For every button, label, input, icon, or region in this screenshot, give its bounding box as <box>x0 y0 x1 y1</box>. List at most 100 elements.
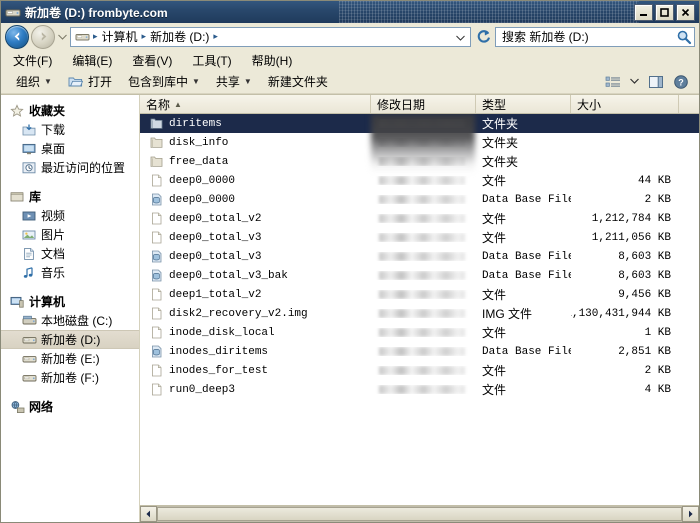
scrollbar-track[interactable] <box>157 506 682 522</box>
file-size: 1,130,431,944 KB <box>571 307 671 320</box>
column-header-date[interactable]: 修改日期 <box>371 95 476 113</box>
cell-size: 1,212,784 KB <box>571 213 679 225</box>
column-header-name[interactable]: ▲ 名称 <box>140 95 371 113</box>
sidebar-item-documents[interactable]: 文档 <box>1 244 139 263</box>
preview-pane-icon[interactable] <box>648 74 664 90</box>
content-area: 收藏夹 下载 桌面 最近访问的位置 库 视频 图片 文档 音乐 计算机 本地磁盘… <box>1 94 699 522</box>
column-header-size[interactable]: 大小 <box>571 95 679 113</box>
redacted-date <box>379 252 465 261</box>
new-folder-button[interactable]: 新建文件夹 <box>265 72 331 91</box>
file-type: Data Base File <box>482 269 571 282</box>
table-row[interactable]: deep0_0000 Data Base File 2 KB <box>140 190 699 209</box>
table-row[interactable]: deep1_total_v2 文件 9,456 KB <box>140 285 699 304</box>
sidebar-item-videos[interactable]: 视频 <box>1 206 139 225</box>
menu-view[interactable]: 查看(V) <box>130 51 174 70</box>
organize-button[interactable]: 组织 ▼ <box>13 72 55 91</box>
column-header-name-label: 名称 <box>146 97 171 112</box>
column-header-type-label: 类型 <box>482 97 507 112</box>
redacted-date <box>379 385 465 394</box>
scroll-left-button[interactable] <box>140 506 157 522</box>
horizontal-scrollbar[interactable] <box>140 505 699 522</box>
table-row[interactable]: deep0_total_v3 Data Base File 8,603 KB <box>140 247 699 266</box>
table-row[interactable]: disk2_recovery_v2.img IMG 文件 1,130,431,9… <box>140 304 699 323</box>
cell-date <box>371 271 476 280</box>
sidebar-item-music[interactable]: 音乐 <box>1 263 139 282</box>
nav-header-computer[interactable]: 计算机 <box>1 292 139 311</box>
cell-size: 1 KB <box>571 327 679 339</box>
sidebar-item-downloads[interactable]: 下载 <box>1 120 139 139</box>
sidebar-item-recent-places[interactable]: 最近访问的位置 <box>1 158 139 177</box>
sidebar-item-videos-label: 视频 <box>41 209 66 223</box>
sidebar-item-pictures[interactable]: 图片 <box>1 225 139 244</box>
file-icon <box>148 382 164 398</box>
close-button[interactable] <box>676 3 695 21</box>
sidebar-item-documents-label: 文档 <box>41 247 66 261</box>
cell-name: inodes_diritems <box>140 344 371 360</box>
sidebar-item-new-volume-f[interactable]: 新加卷 (F:) <box>1 368 139 387</box>
share-label: 共享 <box>215 75 240 89</box>
breadcrumb[interactable]: ▸ 计算机 ▸ 新加卷 (D:) ▸ <box>70 26 471 47</box>
sidebar-item-local-disk-c[interactable]: 本地磁盘 (C:) <box>1 311 139 330</box>
redacted-date <box>379 366 465 375</box>
breadcrumb-sep-2[interactable]: ▸ <box>212 31 219 42</box>
navigation-pane[interactable]: 收藏夹 下载 桌面 最近访问的位置 库 视频 图片 文档 音乐 计算机 本地磁盘… <box>1 95 140 522</box>
nav-header-favorites[interactable]: 收藏夹 <box>1 101 139 120</box>
share-button[interactable]: 共享 ▼ <box>213 72 255 91</box>
table-row[interactable]: inodes_diritems Data Base File 2,851 KB <box>140 342 699 361</box>
cell-size: 2 KB <box>571 365 679 377</box>
open-button[interactable]: 打开 <box>65 72 115 91</box>
table-row[interactable]: deep0_0000 文件 44 KB <box>140 171 699 190</box>
maximize-button[interactable] <box>655 3 674 21</box>
table-row[interactable]: disk_info 文件夹 <box>140 133 699 152</box>
view-dropdown-icon[interactable] <box>630 77 639 86</box>
minimize-button[interactable] <box>634 3 653 21</box>
sidebar-item-new-volume-d[interactable]: 新加卷 (D:) <box>1 330 139 349</box>
redacted-date <box>379 290 465 299</box>
file-type: 文件 <box>482 364 507 378</box>
file-type: Data Base File <box>482 250 571 263</box>
chevron-down-icon: ▼ <box>191 77 200 86</box>
cell-size: 4 KB <box>571 384 679 396</box>
table-row[interactable]: run0_deep3 文件 4 KB <box>140 380 699 399</box>
breadcrumb-item-0[interactable]: 计算机 <box>101 28 139 45</box>
table-row[interactable]: diritems 文件夹 <box>140 114 699 133</box>
drive-icon <box>21 370 37 386</box>
sidebar-item-new-volume-e[interactable]: 新加卷 (E:) <box>1 349 139 368</box>
sidebar-item-new-volume-e-label: 新加卷 (E:) <box>41 352 100 366</box>
forward-button[interactable] <box>31 24 55 49</box>
table-row[interactable]: deep0_total_v3_bak Data Base File 8,603 … <box>140 266 699 285</box>
file-rows-container[interactable]: diritems 文件夹 disk_info 文件夹 free_data 文件夹… <box>140 114 699 505</box>
table-row[interactable]: inodes_for_test 文件 2 KB <box>140 361 699 380</box>
breadcrumb-dropdown-icon[interactable] <box>456 30 467 44</box>
table-row[interactable]: deep0_total_v2 文件 1,212,784 KB <box>140 209 699 228</box>
table-row[interactable]: deep0_total_v3 文件 1,211,056 KB <box>140 228 699 247</box>
back-button[interactable] <box>5 24 29 49</box>
breadcrumb-drive-icon <box>74 29 90 45</box>
menu-file[interactable]: 文件(F) <box>11 51 54 70</box>
view-list-icon[interactable] <box>605 74 621 90</box>
help-icon[interactable]: ? <box>673 74 689 90</box>
redacted-date <box>379 271 465 280</box>
sidebar-item-desktop[interactable]: 桌面 <box>1 139 139 158</box>
table-row[interactable]: inode_disk_local 文件 1 KB <box>140 323 699 342</box>
column-header-type[interactable]: 类型 <box>476 95 571 113</box>
history-dropdown-button[interactable] <box>57 26 68 48</box>
table-row[interactable]: free_data 文件夹 <box>140 152 699 171</box>
scrollbar-thumb[interactable] <box>157 507 682 521</box>
menu-edit[interactable]: 编辑(E) <box>70 51 114 70</box>
cell-name: diritems <box>140 116 371 132</box>
include-in-library-button[interactable]: 包含到库中 ▼ <box>125 72 203 91</box>
search-input[interactable]: 搜索 新加卷 (D:) <box>495 26 695 47</box>
scroll-right-button[interactable] <box>682 506 699 522</box>
title-bar[interactable]: 新加卷 (D:) frombyte.com <box>1 1 699 23</box>
file-type: 文件 <box>482 383 507 397</box>
nav-header-libraries[interactable]: 库 <box>1 187 139 206</box>
library-icon <box>9 189 25 205</box>
search-icon[interactable] <box>676 29 692 45</box>
menu-help[interactable]: 帮助(H) <box>250 51 295 70</box>
sidebar-item-network[interactable]: 网络 <box>1 397 139 416</box>
menu-tools[interactable]: 工具(T) <box>190 51 233 70</box>
breadcrumb-item-1[interactable]: 新加卷 (D:) <box>149 28 210 45</box>
refresh-icon[interactable] <box>473 27 493 47</box>
file-name: deep0_total_v3_bak <box>169 269 288 282</box>
